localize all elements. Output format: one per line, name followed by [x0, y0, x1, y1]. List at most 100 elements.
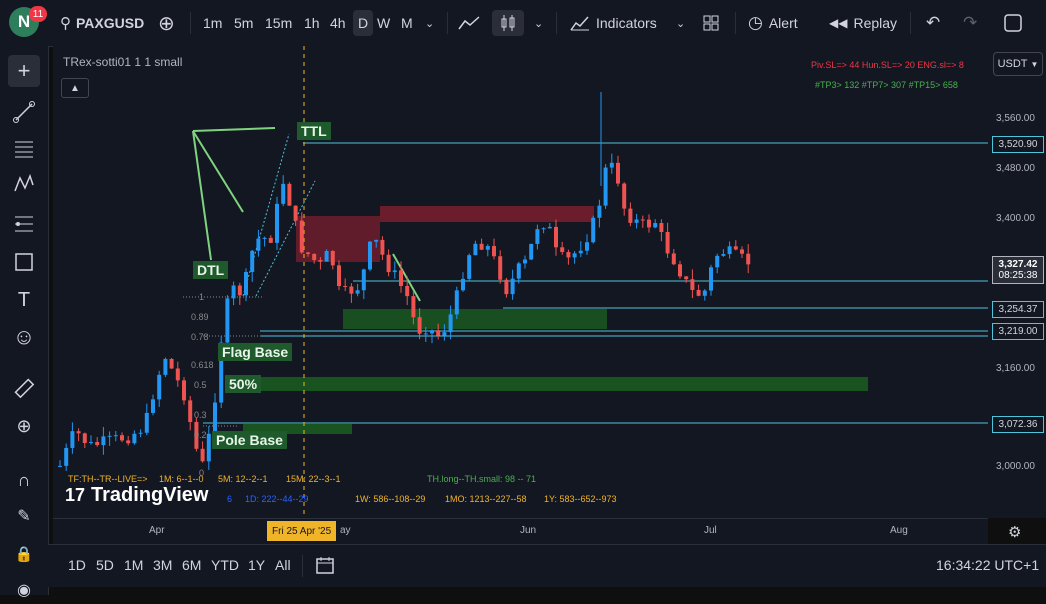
candle-body: [138, 432, 143, 434]
tf-m[interactable]: M: [401, 10, 413, 36]
range-all[interactable]: All: [275, 557, 291, 573]
range-6m[interactable]: 6M: [182, 557, 201, 573]
candle-body: [541, 228, 546, 230]
fifty-zone-green: [256, 377, 868, 391]
lock-icon[interactable]: 🔒: [10, 540, 38, 568]
candle-body: [448, 314, 453, 333]
tf-1m[interactable]: 1m: [203, 10, 222, 36]
layouts-icon[interactable]: [703, 10, 719, 36]
candle-body: [355, 290, 360, 294]
indicator-title[interactable]: TRex-sotti01 1 1 small: [63, 55, 182, 69]
candle-body: [597, 205, 602, 218]
range-5d[interactable]: 5D: [96, 557, 114, 573]
undo-icon[interactable]: ↶: [926, 10, 940, 36]
range-1m[interactable]: 1M: [124, 557, 143, 573]
horizontal-lines-icon[interactable]: [10, 134, 38, 162]
candle-body: [622, 183, 627, 209]
candle-body: [659, 223, 664, 232]
price-tick: 3,160.00: [996, 363, 1035, 374]
candle-body: [715, 255, 720, 268]
settings-gear-icon[interactable]: ⚙: [1008, 523, 1021, 541]
candle-body: [330, 251, 335, 266]
candle-body: [151, 399, 155, 413]
pencil-lock-icon[interactable]: ✎: [10, 502, 38, 530]
candle-body: [132, 433, 137, 444]
bottom-toolbar: 1D 5D 1M 3M 6M YTD 1Y All 16:34:22 UTC+1: [48, 544, 1046, 587]
one-x-count: 6: [227, 494, 233, 504]
candle-body: [268, 237, 273, 243]
clock-timezone[interactable]: 16:34:22 UTC+1: [936, 557, 1039, 573]
price-label-3072: 3,072.36: [992, 416, 1044, 433]
tf-d[interactable]: D: [353, 10, 374, 36]
currency-selector[interactable]: USDT ▼: [993, 52, 1043, 76]
candle-body: [231, 285, 236, 299]
candle-body: [120, 435, 124, 441]
tf-15m[interactable]: 15m: [265, 10, 292, 36]
fib-retracement-icon[interactable]: [10, 210, 38, 238]
time-axis[interactable]: Apr ay Jun Jul Aug Fri 25 Apr '25: [53, 518, 988, 545]
collapse-legend-button[interactable]: ▲: [61, 78, 89, 98]
candle-body: [144, 412, 149, 433]
chevron-down-icon[interactable]: ⌄: [534, 10, 543, 36]
trend-line-icon[interactable]: [10, 98, 38, 126]
cursor-date-label: Fri 25 Apr '25: [267, 521, 337, 541]
candle-body: [709, 267, 713, 291]
replay-button[interactable]: ◀◀ Replay: [829, 10, 897, 36]
chevron-down-icon[interactable]: ⌄: [425, 10, 434, 36]
add-symbol-icon[interactable]: ⊕: [158, 10, 175, 36]
indicators-button[interactable]: Indicators: [570, 10, 657, 36]
fib-level-05: 0.5: [194, 380, 207, 390]
candle-body: [175, 368, 180, 381]
sl-stats: Piv.SL=> 44 Hun.SL=> 20 ENG.sl=> 8: [811, 60, 964, 70]
fib-level-03: 0.3: [194, 410, 207, 420]
candle-body: [275, 203, 279, 243]
tf-1m-stats: 1M: 6--1--0: [159, 474, 204, 484]
tf-4h[interactable]: 4h: [330, 10, 346, 36]
redo-icon[interactable]: ↷: [963, 10, 977, 36]
time-tick-aug: Aug: [890, 525, 908, 536]
magnet-icon[interactable]: ∩: [10, 466, 38, 494]
emoji-icon[interactable]: ☺: [10, 323, 38, 351]
crosshair-icon[interactable]: +: [8, 55, 40, 87]
pattern-icon[interactable]: [10, 170, 38, 198]
candle-body: [591, 217, 596, 243]
candle-body: [727, 246, 732, 255]
zoom-in-icon[interactable]: ⊕: [10, 412, 38, 440]
tf-1h[interactable]: 1h: [304, 10, 320, 36]
eye-icon[interactable]: ◉: [10, 576, 38, 604]
tf-5m[interactable]: 5m: [234, 10, 253, 36]
line-chart-icon[interactable]: [458, 10, 480, 36]
range-1y[interactable]: 1Y: [248, 557, 265, 573]
ruler-icon[interactable]: [10, 374, 38, 402]
chevron-down-icon[interactable]: ⌄: [676, 10, 685, 36]
price-label-3520: 3,520.90: [992, 136, 1044, 153]
fib-level-078: 0.78: [191, 332, 209, 342]
candle-body: [237, 285, 242, 296]
candles-icon[interactable]: [492, 10, 524, 36]
candle-body: [107, 435, 112, 437]
symbol-search[interactable]: ⚲ PAXGUSD: [60, 10, 144, 36]
alert-button[interactable]: ◷ Alert: [748, 10, 798, 36]
candle-body: [64, 447, 69, 466]
supply-zone-red: [296, 216, 380, 262]
candle-body: [740, 249, 744, 254]
chart-canvas[interactable]: TRex-sotti01 1 1 small ▲ Piv.SL=> 44 Hun…: [53, 46, 988, 518]
price-tick: 3,560.00: [996, 113, 1035, 124]
rectangle-icon[interactable]: [10, 248, 38, 276]
range-1d[interactable]: 1D: [68, 557, 86, 573]
range-3m[interactable]: 3M: [153, 557, 172, 573]
range-ytd[interactable]: YTD: [211, 557, 239, 573]
candle-body: [287, 183, 292, 206]
dtl-label: DTL: [193, 261, 229, 279]
candle-body: [306, 252, 310, 254]
supply-zone-red-2: [380, 206, 594, 222]
candle-body: [529, 243, 534, 260]
calendar-icon[interactable]: [315, 555, 335, 578]
tf-1w-stats: 1W: 586--108--29: [355, 494, 426, 504]
tf-w[interactable]: W: [377, 10, 390, 36]
text-tool-icon[interactable]: T: [10, 286, 38, 314]
candle-body: [101, 436, 106, 446]
fullscreen-icon[interactable]: [1004, 10, 1022, 36]
flag-channel-upper: [242, 133, 290, 297]
price-label-3219: 3,219.00: [992, 323, 1044, 340]
